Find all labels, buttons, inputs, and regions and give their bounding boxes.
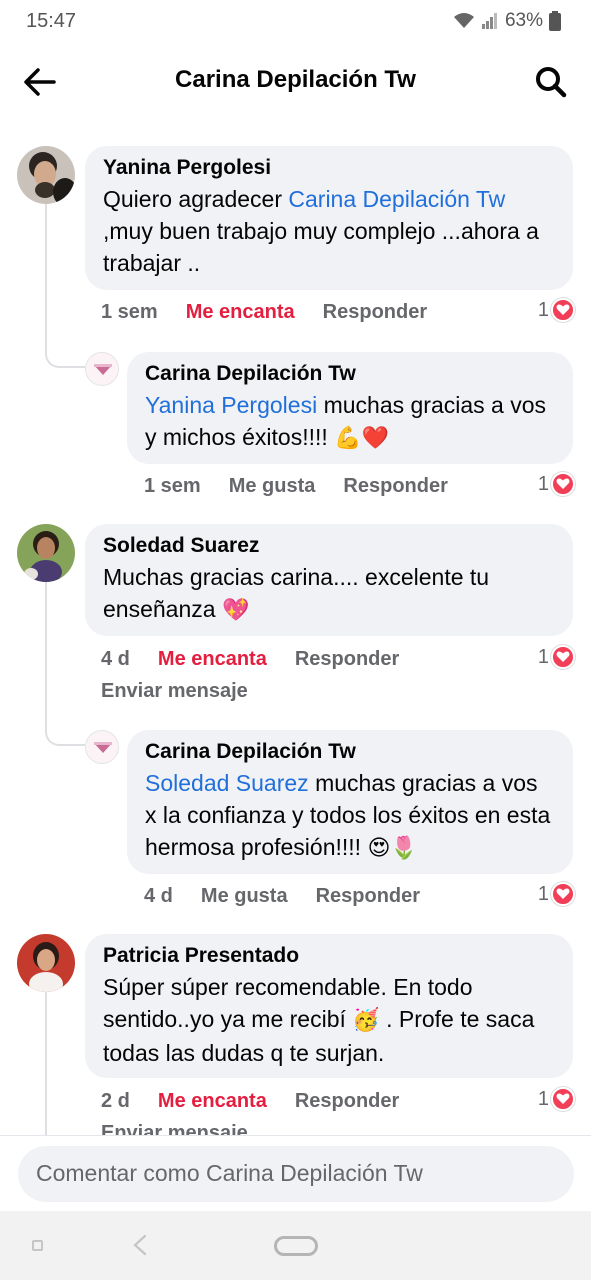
signal-icon (481, 13, 497, 29)
status-time: 15:47 (26, 10, 77, 32)
system-nav-bar (0, 1211, 591, 1280)
comment-actions: 2 d Me encanta Responder (101, 1090, 427, 1113)
status-indicators: 63% (453, 10, 561, 32)
comment-text: Quiero agradecer Carina Depilación Tw ,m… (103, 183, 555, 279)
reply-button[interactable]: Responder (323, 301, 427, 324)
user-photo-icon (17, 146, 75, 204)
emoji: 💖 (221, 598, 250, 623)
reaction-count[interactable]: 1 (538, 1087, 575, 1111)
comment-text-part: Quiero agradecer (103, 186, 289, 212)
reply-text: Soledad Suarez muchas gracias a vos x la… (145, 767, 555, 865)
comment-time: 2 d (101, 1090, 130, 1112)
comment-bubble[interactable]: Yanina Pergolesi Quiero agradecer Carina… (85, 146, 573, 290)
comment-author[interactable]: Soledad Suarez (103, 534, 555, 558)
reply-time: 4 d (144, 885, 173, 907)
comment-author[interactable]: Yanina Pergolesi (103, 156, 555, 180)
reaction-count-value: 1 (537, 1087, 549, 1110)
page-avatar[interactable] (85, 352, 119, 386)
thread-connector (45, 204, 85, 368)
reaction-count-value: 1 (537, 645, 549, 668)
wifi-icon (453, 13, 474, 28)
heart-icon (551, 472, 575, 496)
like-button[interactable]: Me gusta (229, 475, 316, 498)
comments-list: Yanina Pergolesi Quiero agradecer Carina… (0, 130, 591, 1135)
page-logo-icon (86, 731, 118, 763)
react-button[interactable]: Me encanta (186, 301, 295, 324)
chevron-left-icon (133, 1234, 147, 1256)
home-button[interactable] (274, 1236, 318, 1256)
reply-bubble[interactable]: Carina Depilación Tw Soledad Suarez much… (127, 730, 573, 874)
comment-time: 4 d (101, 648, 130, 670)
comment-bubble[interactable]: Patricia Presentado Súper súper recomend… (85, 934, 573, 1078)
avatar[interactable] (17, 524, 75, 582)
avatar[interactable] (17, 934, 75, 992)
send-message-link[interactable]: Enviar mensaje (101, 680, 248, 703)
reply-button[interactable]: Responder (343, 475, 447, 498)
comment-text: Muchas gracias carina.... excelente tu e… (103, 561, 555, 627)
recent-apps-button[interactable] (32, 1240, 43, 1251)
reaction-count-value: 1 (537, 472, 549, 495)
reaction-count[interactable]: 1 (538, 472, 575, 496)
reaction-count-value: 1 (537, 882, 549, 905)
battery-percent: 63% (504, 10, 543, 31)
comment-text-part: ,muy buen trabajo muy complejo ...ahora … (103, 218, 539, 276)
reply-author[interactable]: Carina Depilación Tw (145, 740, 555, 764)
comment-text: Súper súper recomendable. En todo sentid… (103, 971, 555, 1069)
reaction-count[interactable]: 1 (538, 298, 575, 322)
heart-icon (551, 882, 575, 906)
mention-link[interactable]: Carina Depilación Tw (288, 186, 505, 212)
page-avatar[interactable] (85, 730, 119, 764)
reply-actions: 1 sem Me gusta Responder (144, 475, 476, 498)
user-photo-icon (17, 524, 75, 582)
avatar[interactable] (17, 146, 75, 204)
react-button[interactable]: Me encanta (158, 648, 267, 671)
user-photo-icon (17, 934, 75, 992)
comment-actions: 1 sem Me encanta Responder (101, 301, 455, 324)
comment-actions: 4 d Me encanta Responder (101, 648, 427, 671)
react-button[interactable]: Me encanta (158, 1090, 267, 1113)
heart-icon (551, 1087, 575, 1111)
heart-icon (551, 645, 575, 669)
reply-author[interactable]: Carina Depilación Tw (145, 362, 555, 386)
emoji: 🥳 (352, 1008, 380, 1033)
thread-connector (45, 582, 85, 746)
comment-author[interactable]: Patricia Presentado (103, 944, 555, 968)
mention-link[interactable]: Yanina Pergolesi (145, 392, 317, 418)
comment-composer: Comentar como Carina Depilación Tw (0, 1135, 591, 1211)
reaction-count[interactable]: 1 (538, 645, 575, 669)
page-header: Carina Depilación Tw (0, 50, 591, 114)
reply-button[interactable]: Responder (316, 885, 420, 908)
reply-actions: 4 d Me gusta Responder (144, 885, 448, 908)
reply-bubble[interactable]: Carina Depilación Tw Yanina Pergolesi mu… (127, 352, 573, 464)
heart-icon (551, 298, 575, 322)
like-button[interactable]: Me gusta (201, 885, 288, 908)
emoji: 💪❤️ (334, 426, 389, 451)
emoji: 😍🌷 (367, 836, 418, 861)
search-icon (536, 67, 567, 98)
search-button[interactable] (533, 64, 569, 100)
system-back-button[interactable] (130, 1233, 150, 1257)
status-bar: 15:47 63% (0, 0, 591, 46)
reply-button[interactable]: Responder (295, 1090, 399, 1113)
page-title: Carina Depilación Tw (175, 66, 416, 93)
comment-bubble[interactable]: Soledad Suarez Muchas gracias carina....… (85, 524, 573, 636)
comment-time: 1 sem (101, 301, 158, 323)
reply-time: 1 sem (144, 475, 201, 497)
page-logo-icon (86, 353, 118, 385)
reply-text: Yanina Pergolesi muchas gracias a vos y … (145, 389, 555, 455)
reaction-count[interactable]: 1 (538, 882, 575, 906)
comment-input[interactable]: Comentar como Carina Depilación Tw (18, 1146, 574, 1202)
reply-button[interactable]: Responder (295, 648, 399, 671)
thread-connector (45, 992, 47, 1135)
send-message-link[interactable]: Enviar mensaje (101, 1122, 248, 1135)
mention-link[interactable]: Soledad Suarez (145, 770, 309, 796)
reaction-count-value: 1 (537, 298, 549, 321)
comment-text-part: Muchas gracias carina.... excelente tu e… (103, 564, 490, 622)
battery-icon (549, 11, 561, 31)
